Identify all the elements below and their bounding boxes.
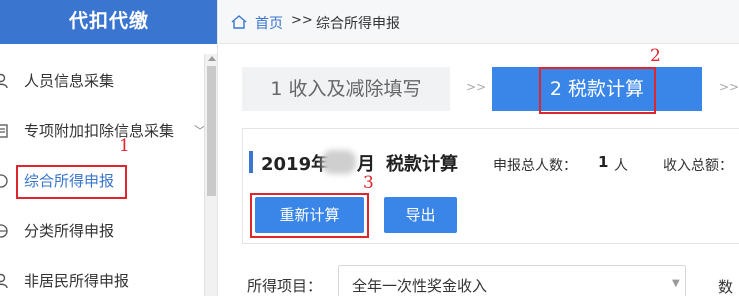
export-button[interactable]: 导出 xyxy=(384,197,457,233)
title-accent-bar xyxy=(249,151,253,173)
sidebar-item-nonresident-income[interactable]: 非居民所得申报 xyxy=(0,266,204,296)
panel-title-suffix: 税款计算 xyxy=(386,154,458,175)
trailing-label: 数 xyxy=(718,278,734,296)
scroll-up-arrow-icon[interactable] xyxy=(208,56,216,61)
step-separator: >> xyxy=(719,80,739,94)
sidebar-item-special-deduction[interactable]: 专项附加扣除信息采集 ﹀ xyxy=(0,116,206,146)
annotation-number-1: 1 xyxy=(119,136,130,156)
sidebar-item-label: 分类所得申报 xyxy=(24,222,115,240)
sidebar-scrollbar[interactable] xyxy=(204,54,217,296)
person-icon xyxy=(0,73,8,89)
doc-icon xyxy=(0,173,8,189)
recalculate-button[interactable]: 重新计算 xyxy=(255,197,364,233)
sidebar-item-person-collection[interactable]: 人员信息采集 xyxy=(0,66,204,96)
step-separator: >> xyxy=(466,80,487,94)
step-tax-calculation[interactable]: 2 税款计算 xyxy=(492,67,702,111)
sidebar-item-classified-income[interactable]: 分类所得申报 xyxy=(0,216,204,246)
sidebar-item-label: 专项附加扣除信息采集 xyxy=(24,122,175,140)
sidebar-item-label: 综合所得申报 xyxy=(24,172,115,190)
income-item-select[interactable]: 全年一次性奖金收入 ▼ xyxy=(338,265,686,296)
doc-icon xyxy=(0,223,8,239)
redacted-month xyxy=(322,150,356,174)
total-people-value: 1 xyxy=(598,153,609,171)
person-icon xyxy=(0,273,8,289)
scroll-thumb[interactable] xyxy=(207,66,216,196)
breadcrumb: 首页 >> 综合所得申报 xyxy=(219,0,739,44)
income-item-label: 所得项目： xyxy=(247,277,323,295)
sidebar: 代扣代缴 人员信息采集 专项附加扣除信息采集 ﹀ 综合所得申报 分类所得申报 非… xyxy=(0,0,218,296)
sidebar-item-label: 非居民所得申报 xyxy=(24,272,130,290)
home-icon[interactable] xyxy=(231,14,247,29)
annotation-number-3: 3 xyxy=(363,173,374,193)
breadcrumb-current: 综合所得申报 xyxy=(316,16,400,32)
breadcrumb-home-link[interactable]: 首页 xyxy=(255,13,283,33)
income-item-value: 全年一次性奖金收入 xyxy=(352,277,488,295)
list-icon xyxy=(0,123,8,139)
chevron-down-icon: ▼ xyxy=(672,278,680,289)
panel-title-year: 2019年 xyxy=(261,154,330,175)
income-total-label: 收入总额： xyxy=(663,158,733,174)
sidebar-header: 代扣代缴 xyxy=(0,0,217,44)
step-income-entry[interactable]: 1 收入及减除填写 xyxy=(242,67,450,111)
sidebar-item-comprehensive-income[interactable]: 综合所得申报 xyxy=(0,166,204,196)
total-people-unit: 人 xyxy=(614,158,628,174)
sidebar-item-label: 人员信息采集 xyxy=(24,72,115,90)
annotation-number-2: 2 xyxy=(650,46,661,66)
total-people-label: 申报总人数： xyxy=(493,158,577,174)
breadcrumb-separator: >> xyxy=(291,13,313,28)
